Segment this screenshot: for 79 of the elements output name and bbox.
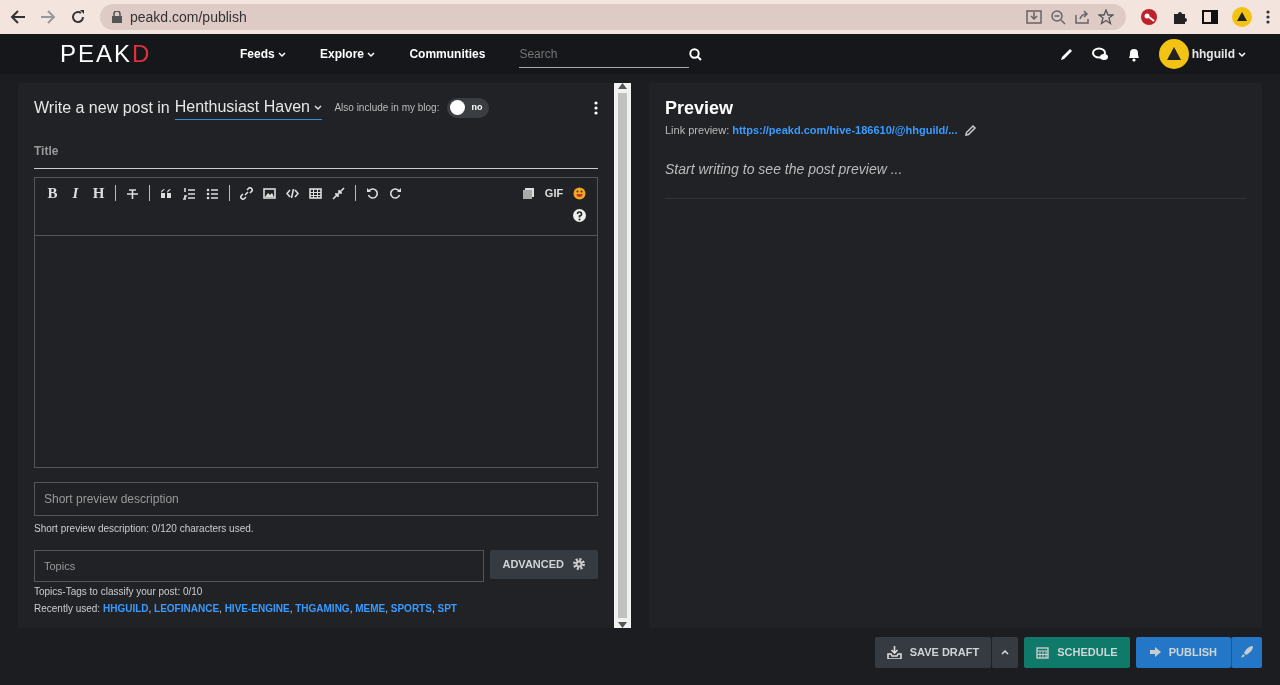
share-icon[interactable] [1074,9,1090,25]
italic-button[interactable]: I [64,183,87,203]
schedule-button[interactable]: SCHEDULE [1024,636,1130,668]
install-icon[interactable] [1026,9,1042,25]
scroll-down-icon[interactable] [618,622,627,628]
collapse-icon[interactable] [332,186,345,200]
redo-icon[interactable] [389,186,402,200]
gif-button[interactable]: GIF [540,183,568,203]
user-menu[interactable]: hhguild [1158,39,1246,69]
tag-link[interactable]: HHGUILD [102,603,149,614]
caret-icon [314,104,323,112]
back-icon[interactable] [10,9,26,25]
tag-link[interactable]: HIVE-ENGINE [224,603,290,614]
table-icon[interactable] [309,186,322,200]
pencil-icon[interactable] [1058,46,1074,62]
download-tray-icon [886,645,902,659]
preview-message: Start writing to see the post preview ... [665,159,904,179]
key-extension-icon[interactable] [1140,8,1158,26]
heading-button[interactable]: H [87,183,110,203]
avatar-icon [1158,39,1189,69]
publish-now-button[interactable] [1231,636,1262,668]
calendar-icon [1036,645,1050,659]
description-field[interactable]: Short preview description [34,481,598,516]
nav-link[interactable]: Communities [409,45,486,63]
logo[interactable]: PEAKD [60,36,240,72]
link-icon[interactable] [240,186,253,200]
image-icon[interactable] [263,186,276,200]
toggle-label: Also include in my blog: [334,101,440,115]
tag-count: Topics-Tags to classify your post: 0/10 [34,585,204,599]
tag-link[interactable]: SPORTS [390,603,432,614]
address-bar[interactable]: peakd.com/publish [100,4,1126,30]
search-field[interactable]: Search [519,40,690,68]
nav-link[interactable]: Feeds [240,45,287,63]
puzzle-icon[interactable] [1172,9,1188,25]
help-icon[interactable] [573,209,586,222]
tag-link[interactable]: SPT [437,603,457,614]
more-icon[interactable] [594,100,598,115]
link-preview-label: Link preview: [665,123,730,138]
save-draft-button[interactable]: SAVE DRAFT [874,636,992,668]
numbered-list-icon[interactable] [183,186,196,200]
post-heading: Write a new post in [34,97,170,118]
side-panel-icon[interactable] [1202,9,1218,25]
url-text: peakd.com/publish [130,7,247,27]
quote-icon[interactable] [160,186,173,200]
strikethrough-icon[interactable] [126,186,139,200]
advanced-button[interactable]: ADVANCED [490,549,598,579]
title-field[interactable]: Title [34,134,598,169]
community-dropdown[interactable]: Henthusiast Haven [174,95,323,120]
character-count: Short preview description: 0/120 characters used. [34,521,255,536]
bold-button[interactable]: B [41,183,64,203]
search-icon[interactable] [689,47,703,61]
save-options-button[interactable] [991,636,1019,668]
emoji-icon[interactable] [573,186,586,200]
topics-field[interactable]: Topics [34,549,485,582]
snippets-icon[interactable] [522,186,535,200]
chat-icon[interactable] [1091,46,1109,62]
edit-icon[interactable] [964,123,978,137]
more-icon[interactable] [1266,9,1270,25]
recent-tags-line: Recently used: HHGUILD, LEOFINANCE, HIVE-ENGINE, THGAMING, MEME, SPORTS, SPT [34,602,458,616]
nav-link[interactable]: Explore [320,45,376,63]
preview-title: Preview [665,97,735,120]
reload-icon[interactable] [70,9,86,25]
tag-link[interactable]: THGAMING [295,603,350,614]
undo-icon[interactable] [366,186,379,200]
profile-avatar-icon[interactable] [1232,7,1252,27]
scroll-up-icon[interactable] [618,83,627,89]
caret-icon [1001,648,1010,656]
code-icon[interactable] [286,186,299,200]
scrollbar[interactable] [614,83,631,628]
caret-icon [1238,50,1246,58]
lock-icon [112,11,122,23]
blog-toggle[interactable]: no [447,97,490,118]
bullet-list-icon[interactable] [206,186,219,200]
zoom-out-icon[interactable] [1050,9,1066,25]
link-preview-url[interactable]: https://peakd.com/hive-186610/@hhguild/... [732,122,958,139]
arrow-icon [1149,647,1161,657]
gear-icon [572,557,586,571]
bell-icon[interactable] [1126,46,1141,62]
star-icon[interactable] [1098,9,1114,25]
